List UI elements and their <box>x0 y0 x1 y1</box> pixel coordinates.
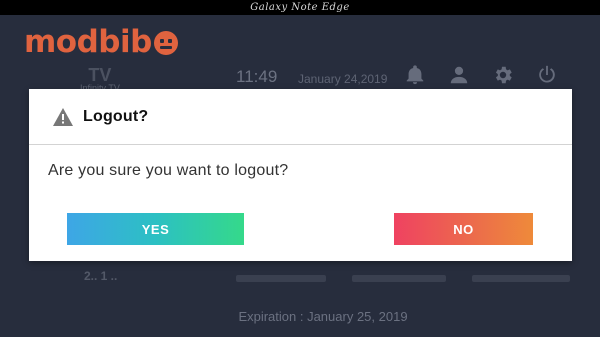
robot-icon <box>153 31 178 55</box>
power-icon[interactable] <box>534 62 560 88</box>
watermark-text: modbib <box>24 24 152 60</box>
logout-dialog: Logout? Are you sure you want to logout?… <box>29 89 572 261</box>
background-tiles <box>0 271 600 283</box>
dialog-title: Logout? <box>83 107 149 125</box>
dialog-header: Logout? <box>29 89 572 145</box>
clock: 11:49 <box>236 67 278 86</box>
user-icon[interactable] <box>446 62 472 88</box>
dialog-message: Are you sure you want to logout? <box>48 162 289 179</box>
bell-icon[interactable] <box>402 62 428 88</box>
app-logo-mark: TV <box>88 65 112 85</box>
expiration-text: Expiration : January 25, 2019 <box>238 309 408 324</box>
watermark-logo: modbib <box>24 22 178 62</box>
gear-icon[interactable] <box>490 62 516 88</box>
no-button[interactable]: NO <box>394 213 533 245</box>
warning-icon <box>53 107 73 126</box>
top-toolbar <box>402 62 560 88</box>
device-label: Galaxy Note Edge <box>0 0 600 15</box>
date: January 24,2019 <box>298 72 388 86</box>
yes-button[interactable]: YES <box>67 213 244 245</box>
